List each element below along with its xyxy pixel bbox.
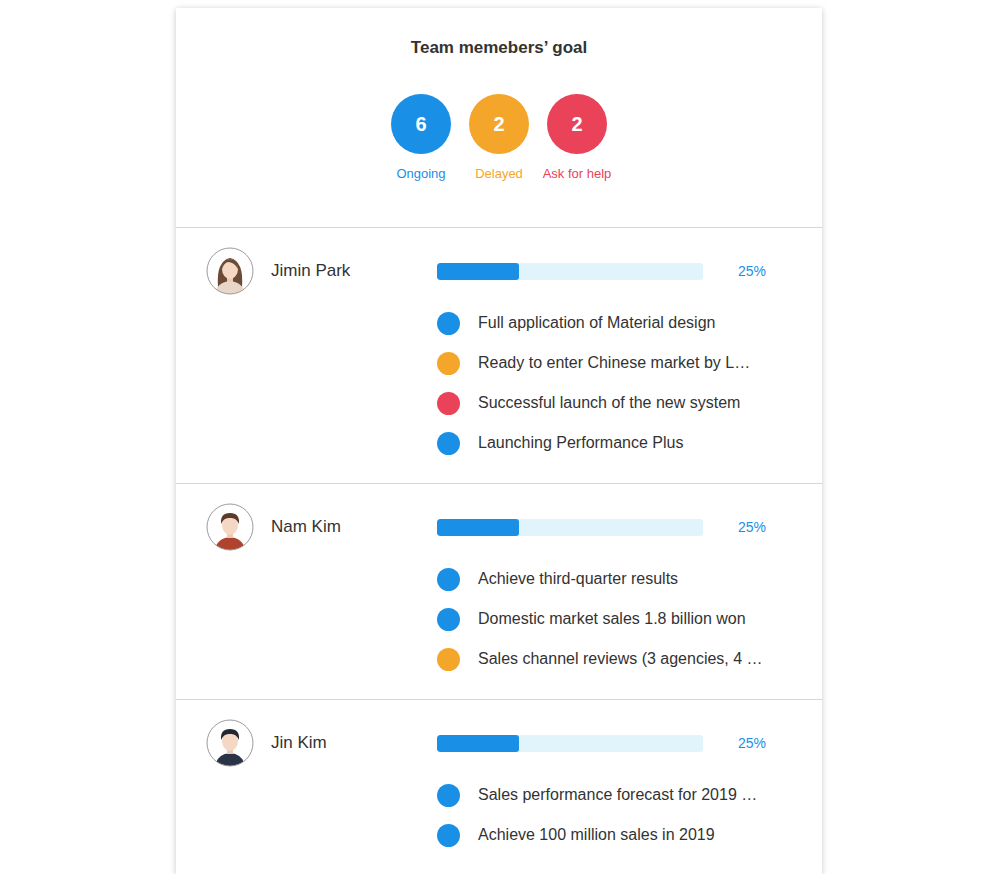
count-badge: 2: [469, 94, 529, 154]
stat-label: Ask for help: [543, 166, 612, 181]
member-info: Nam Kim: [206, 503, 437, 679]
goal-list: Sales performance forecast for 2019 … Ach…: [437, 775, 812, 855]
progress-track: [437, 263, 703, 280]
page: Team memebers’ goal6Ongoing2Delayed2Ask …: [0, 0, 1000, 874]
goal-item[interactable]: Full application of Material design: [437, 303, 812, 343]
avatar-icon[interactable]: [206, 503, 254, 551]
goal-text: Ready to enter Chinese market by L…: [478, 353, 750, 374]
avatar-icon[interactable]: [206, 247, 254, 295]
summary-stat[interactable]: 2 Delayed: [468, 94, 530, 181]
status-dot: [437, 608, 460, 631]
member-info: Jimin Park: [206, 247, 437, 463]
goal-text: Sales performance forecast for 2019 …: [478, 785, 757, 806]
member-goals: 25% Sales performance forecast for 2019 ……: [437, 719, 812, 855]
member-row: Jin Kim 25% Sales performance forecast for…: [176, 700, 822, 874]
goal-text: Sales channel reviews (3 agencies, 4 …: [478, 649, 763, 670]
status-dot: [437, 432, 460, 455]
count-badge: 6: [391, 94, 451, 154]
progress-fill: [437, 735, 519, 752]
goal-text: Successful launch of the new system: [478, 393, 740, 414]
member-name: Jimin Park: [271, 247, 350, 295]
member-name: Nam Kim: [271, 503, 341, 551]
member-row: Jimin Park 25% Full application of Materia…: [176, 228, 822, 484]
team-goals-card: Team memebers’ goal6Ongoing2Delayed2Ask …: [176, 8, 822, 874]
status-dot: [437, 648, 460, 671]
card-title: Team memebers’ goal: [411, 38, 587, 58]
goal-item[interactable]: Ready to enter Chinese market by L…: [437, 343, 812, 383]
status-dot: [437, 392, 460, 415]
progress-percent: 25%: [738, 519, 766, 535]
goal-item[interactable]: Launching Performance Plus: [437, 423, 812, 463]
goal-list: Full application of Material design Ready…: [437, 303, 812, 463]
progress-row: 25%: [437, 719, 812, 767]
goal-item[interactable]: Achieve third-quarter results: [437, 559, 812, 599]
progress-row: 25%: [437, 503, 812, 551]
progress-fill: [437, 519, 519, 536]
goal-item[interactable]: Achieve 100 million sales in 2019: [437, 815, 812, 855]
progress-percent: 25%: [738, 735, 766, 751]
goal-item[interactable]: Successful launch of the new system: [437, 383, 812, 423]
goal-text: Full application of Material design: [478, 313, 715, 334]
goal-text: Domestic market sales 1.8 billion won: [478, 609, 746, 630]
progress-track: [437, 735, 703, 752]
stat-label: Delayed: [475, 166, 523, 181]
status-dot: [437, 824, 460, 847]
status-dot: [437, 312, 460, 335]
goal-text: Achieve 100 million sales in 2019: [478, 825, 715, 846]
status-dot: [437, 784, 460, 807]
progress-row: 25%: [437, 247, 812, 295]
progress-percent: 25%: [738, 263, 766, 279]
goal-item[interactable]: Domestic market sales 1.8 billion won: [437, 599, 812, 639]
status-dot: [437, 352, 460, 375]
member-goals: 25% Full application of Material design Re…: [437, 247, 812, 463]
summary-header: Team memebers’ goal6Ongoing2Delayed2Ask …: [176, 8, 822, 228]
status-dot: [437, 568, 460, 591]
summary-list: 6 Ongoing 2 Delayed 2Ask for help: [390, 94, 608, 181]
progress-fill: [437, 263, 519, 280]
goal-text: Achieve third-quarter results: [478, 569, 678, 590]
avatar-icon[interactable]: [206, 719, 254, 767]
summary-stat[interactable]: 2Ask for help: [546, 94, 608, 181]
goal-item[interactable]: Sales channel reviews (3 agencies, 4 …: [437, 639, 812, 679]
goal-item[interactable]: Sales performance forecast for 2019 …: [437, 775, 812, 815]
member-info: Jin Kim: [206, 719, 437, 855]
member-row: Nam Kim 25% Achieve third-quarter results D…: [176, 484, 822, 700]
summary-stat[interactable]: 6 Ongoing: [390, 94, 452, 181]
goal-text: Launching Performance Plus: [478, 433, 683, 454]
goal-list: Achieve third-quarter results Domestic ma…: [437, 559, 812, 679]
count-badge: 2: [547, 94, 607, 154]
progress-track: [437, 519, 703, 536]
member-name: Jin Kim: [271, 719, 327, 767]
stat-label: Ongoing: [396, 166, 445, 181]
member-goals: 25% Achieve third-quarter results Domestic…: [437, 503, 812, 679]
